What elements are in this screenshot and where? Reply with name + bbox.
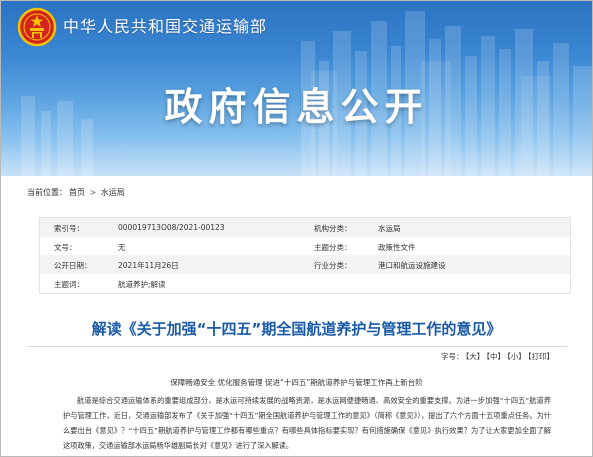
breadcrumb-home-link[interactable]: 首页 [69,188,85,197]
industry-category-value: 港口和航运设施建设 [378,261,446,270]
header-banner: 中华人民共和国交通运输部 政府信息公开 [1,1,592,176]
keywords-label: 主题词： [54,279,84,289]
organization-category-value: 水运局 [378,224,401,233]
section-title: 政府信息公开 [164,85,429,129]
title-divider [27,346,567,347]
publish-date-value: 2021年11月26日 [118,261,179,270]
font-size-small-button[interactable]: 【小】 [507,352,526,361]
breadcrumb-prefix: 当前位置： [27,188,67,197]
document-number-label: 文号： [54,242,77,252]
metadata-row: 文号： 无 主题分类： 政策性文件 [40,237,570,256]
index-number-value: 000019713O08/2021-00123 [118,223,225,232]
site-name: 中华人民共和国交通运输部 [63,17,268,36]
organization-category-label: 机构分类： [314,224,352,233]
font-size-label: 字号： [441,352,464,361]
index-number-label: 索引号： [54,224,84,233]
metadata-row: 索引号： 000019713O08/2021-00123 机构分类： 水运局 [40,218,570,237]
print-button[interactable]: 【打印】 [528,352,554,361]
font-size-medium-button[interactable]: 【中】 [486,352,505,361]
industry-category-label: 行业分类： [314,261,352,270]
topic-category-label: 主题分类： [314,242,352,252]
article-paragraph: 航道是综合交通运输体系的重要组成部分，是水运可持续发展的战略资源，是水运网便捷畅… [63,396,551,450]
article-title: 解读《关于加强“十四五”期全国航道养护与管理工作的意见》 [91,320,502,338]
page-frame: 中华人民共和国交通运输部 政府信息公开 当前位置： 首页 > 水运局 索引号： 0… [0,0,593,457]
document-number-value: 无 [118,242,126,252]
breadcrumb-water-transport-link[interactable]: 水运局 [101,188,125,197]
publish-date-label: 公开日期： [54,261,92,270]
metadata-row: 主题词： 航道养护;解读 [40,274,570,293]
document-metadata-table: 索引号： 000019713O08/2021-00123 机构分类： 水运局 文… [39,217,571,294]
national-emblem-icon [17,7,57,47]
article-subtitle: 保障畅通安全 优化服务管理 促进“十四五”期航道养护与管理工作再上新台阶 [170,378,423,387]
keywords-value: 航道养护;解读 [118,279,166,289]
font-size-large-button[interactable]: 【大】 [466,352,485,361]
topic-category-value: 政策性文件 [378,242,416,252]
breadcrumb-separator: > [89,188,97,197]
font-size-controls: 字号： 【大】 【中】 【小】 【打印】 [441,351,554,362]
metadata-row: 公开日期： 2021年11月26日 行业分类： 港口和航运设施建设 [40,255,570,274]
breadcrumb: 当前位置： 首页 > 水运局 [27,187,567,198]
